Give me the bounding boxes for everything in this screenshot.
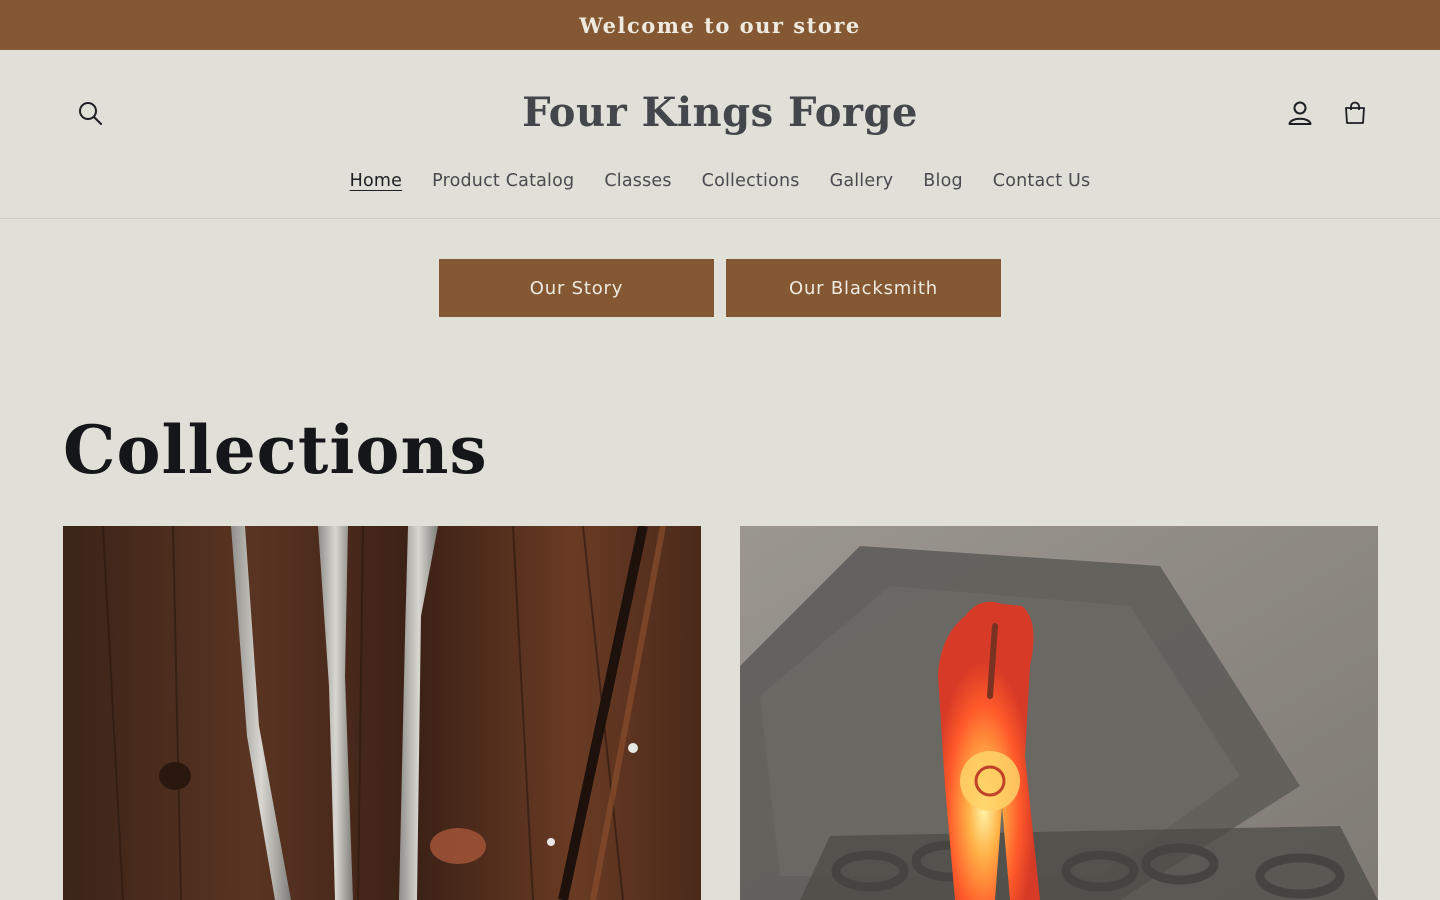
store-logo[interactable]: Four Kings Forge — [420, 84, 1020, 142]
announcement-text: Welcome to our store — [579, 12, 861, 38]
our-blacksmith-button[interactable]: Our Blacksmith — [726, 259, 1001, 317]
collection-card-forge[interactable] — [740, 526, 1378, 900]
announcement-bar: Welcome to our store — [0, 0, 1440, 50]
story-button-row: Our Story Our Blacksmith — [0, 259, 1440, 317]
nav-item-classes[interactable]: Classes — [589, 162, 686, 200]
search-icon — [79, 102, 102, 125]
cart-button[interactable] — [1335, 93, 1375, 133]
our-story-button[interactable]: Our Story — [439, 259, 714, 317]
nav-item-blog[interactable]: Blog — [908, 162, 977, 200]
nav-item-home[interactable]: Home — [335, 162, 417, 200]
nav-item-contact-us[interactable]: Contact Us — [978, 162, 1106, 200]
forged-tools-image — [63, 526, 701, 900]
collection-card-tools[interactable] — [63, 526, 701, 900]
collections-heading: Collections — [63, 411, 488, 489]
site-header: Four Kings Forge Home Product Catalog Cl… — [0, 50, 1440, 219]
glowing-tongs-image — [740, 526, 1378, 900]
account-button[interactable] — [1280, 93, 1320, 133]
nav-item-gallery[interactable]: Gallery — [815, 162, 909, 200]
search-button[interactable] — [70, 93, 110, 133]
nav-item-product-catalog[interactable]: Product Catalog — [417, 162, 589, 200]
cart-icon — [1345, 101, 1365, 124]
main-nav: Home Product Catalog Classes Collections… — [0, 162, 1440, 200]
nav-item-collections[interactable]: Collections — [687, 162, 815, 200]
account-icon — [1288, 101, 1312, 125]
